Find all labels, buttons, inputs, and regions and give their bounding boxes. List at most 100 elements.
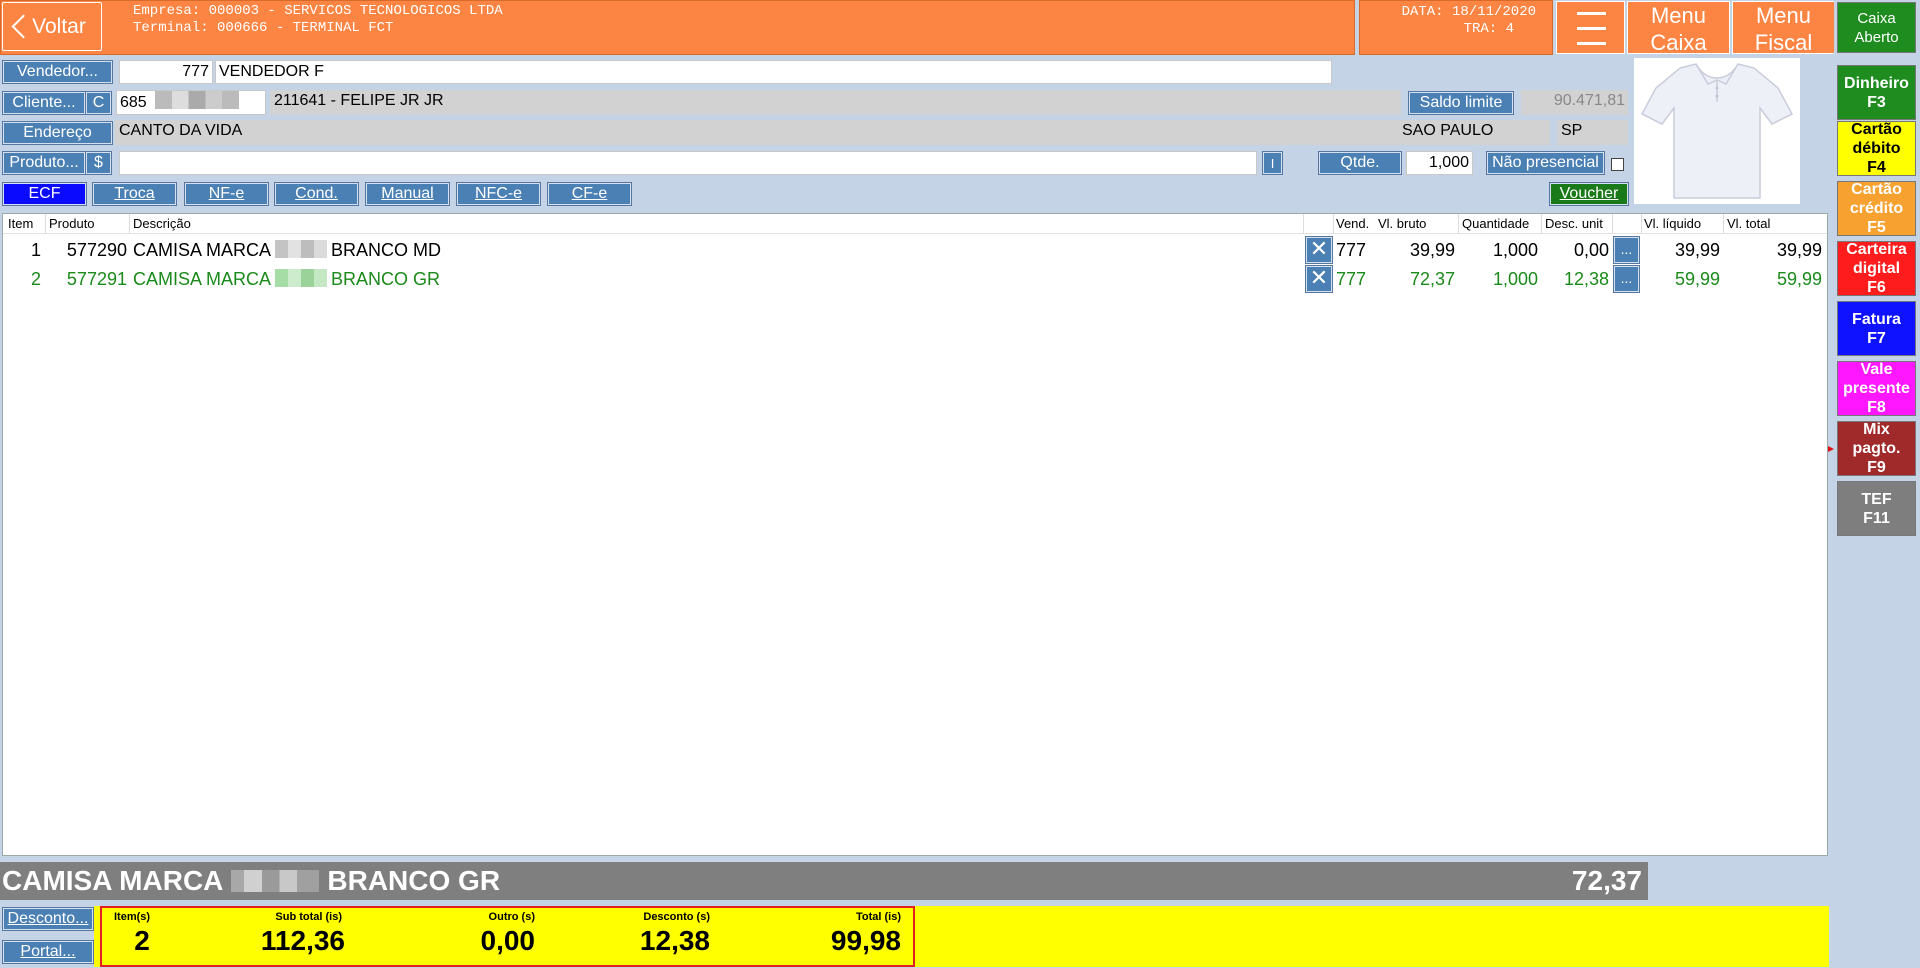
payment-label-line3: F8	[1867, 399, 1886, 416]
qtde-button[interactable]: Qtde.	[1318, 151, 1402, 175]
cell-desc-unit: 12,38	[1563, 269, 1609, 289]
cell-produto: 577290	[66, 240, 127, 260]
descricao-part-a: CAMISA MARCA	[133, 269, 272, 289]
payment-button[interactable]: Mix pagto. F9	[1837, 421, 1916, 476]
payment-button[interactable]: Fatura F7	[1837, 301, 1916, 356]
header-separator	[1723, 214, 1724, 234]
qtde-field[interactable]: 1,000	[1406, 151, 1473, 175]
redacted-image	[275, 269, 328, 287]
header-separator	[1303, 214, 1304, 234]
delete-item-button[interactable]: ✕	[1305, 236, 1333, 264]
header-separator	[1458, 214, 1459, 234]
payment-label-line3: F5	[1867, 219, 1886, 236]
vendedor-button[interactable]: Vendedor...	[2, 60, 113, 84]
tab-ecf[interactable]: ECF	[2, 182, 87, 206]
hamburger-menu-button[interactable]	[1556, 1, 1625, 54]
payment-button[interactable]: Cartão débito F4	[1837, 121, 1916, 176]
payment-button[interactable]: Cartão crédito F5	[1837, 181, 1916, 236]
payment-button[interactable]: Vale presente F8	[1837, 361, 1916, 416]
header-separator	[1333, 214, 1334, 234]
descricao-part-a: CAMISA MARCA	[133, 240, 272, 260]
cell-descricao: CAMISA MARCA BRANCO MD	[133, 240, 441, 261]
redacted-image	[275, 240, 328, 258]
saldo-limite-button[interactable]: Saldo limite	[1408, 91, 1514, 115]
cliente-c-button[interactable]: C	[85, 91, 112, 115]
item-details-button[interactable]: ...	[1613, 236, 1640, 264]
outro-value: 0,00	[480, 925, 536, 956]
nao-presencial-button[interactable]: Não presencial	[1486, 151, 1605, 175]
tab-nfc-e[interactable]: NFC-e	[456, 182, 541, 206]
hamburger-icon-line	[1577, 42, 1606, 45]
i-button[interactable]: I	[1262, 151, 1283, 175]
menu-fiscal-line1: Menu	[1755, 3, 1812, 28]
payment-label-line2: F3	[1867, 93, 1886, 111]
payment-label-line2: digital	[1852, 260, 1901, 277]
header-separator	[1641, 214, 1642, 234]
header-descricao: Descrição	[133, 216, 191, 231]
back-button[interactable]: Voltar	[2, 2, 102, 51]
product-image	[1634, 58, 1800, 204]
payment-label-line2: F11	[1863, 509, 1890, 527]
selected-desc-b: BRANCO GR	[327, 865, 501, 896]
shirt-image	[1640, 63, 1794, 199]
cliente-name-field: 211641 - FELIPE JR JR	[270, 90, 1401, 115]
produto-input[interactable]	[119, 151, 1257, 175]
payment-button[interactable]: Carteira digital F6	[1837, 241, 1916, 296]
payment-button-label: Mix pagto. F9	[1853, 420, 1901, 477]
desconto-button[interactable]: Desconto...	[2, 907, 94, 931]
menu-caixa-line1: Menu	[1650, 3, 1707, 28]
payment-label-line1: Fatura	[1852, 310, 1901, 328]
caixa-status-line2: Aberto	[1854, 28, 1899, 46]
cell-vl-bruto: 72,37	[1409, 269, 1455, 289]
payment-label-line2: F7	[1867, 329, 1886, 347]
payment-label-line2: pagto.	[1852, 440, 1901, 457]
cliente-button[interactable]: Cliente...	[2, 91, 86, 115]
menu-caixa-button[interactable]: Menu Caixa	[1627, 1, 1730, 55]
table-row[interactable]: 2 577291 CAMISA MARCA BRANCO GR ✕ 777 72,37 1,0…	[3, 265, 1827, 293]
hamburger-icon	[1577, 12, 1606, 15]
descricao-part-b: BRANCO GR	[331, 269, 441, 289]
selected-price: 72,37	[1571, 865, 1642, 896]
tab-cond[interactable]: Cond.	[274, 182, 359, 206]
vendedor-code-field[interactable]: 777	[119, 60, 213, 84]
nao-presencial-checkbox[interactable]	[1611, 158, 1624, 171]
produto-button[interactable]: Produto...	[2, 151, 86, 175]
terminal-text: Terminal: 000666 - TERMINAL FCT	[133, 20, 394, 36]
payment-button[interactable]: TEF F11	[1837, 481, 1916, 536]
saldo-limite-value: 90.471,81	[1521, 90, 1628, 115]
payment-button-label: Dinheiro F3	[1844, 74, 1909, 112]
portal-button[interactable]: Portal...	[2, 940, 94, 964]
cell-quantidade: 1,000	[1492, 240, 1538, 260]
uf-field: SP	[1557, 120, 1628, 145]
tab-cf-e[interactable]: CF-e	[547, 182, 632, 206]
cell-produto: 577291	[66, 269, 127, 289]
menu-fiscal-button[interactable]: Menu Fiscal	[1732, 1, 1835, 55]
back-label: Voltar	[32, 14, 86, 38]
table-row[interactable]: 1 577290 CAMISA MARCA BRANCO MD ✕ 777 39,99 1,0…	[3, 236, 1827, 264]
payment-label-line3: F4	[1867, 159, 1886, 176]
delete-item-button[interactable]: ✕	[1305, 265, 1333, 293]
close-icon: ✕	[1309, 236, 1329, 261]
tab-manual[interactable]: Manual	[365, 182, 450, 206]
payment-button[interactable]: Dinheiro F3	[1837, 65, 1916, 120]
dollar-button[interactable]: $	[85, 151, 112, 175]
cliente-code-field[interactable]: 685	[116, 90, 266, 115]
payment-button-label: Vale presente F8	[1843, 360, 1910, 417]
endereco-button[interactable]: Endereço	[2, 121, 113, 145]
table-header: Item Produto Descrição Vend. Vl. bruto Q…	[3, 214, 1827, 234]
voucher-button[interactable]: Voucher	[1549, 182, 1629, 206]
desconto-label: Desconto (s)	[643, 911, 710, 923]
payment-label-line1: TEF	[1861, 490, 1892, 508]
cell-vend: 777	[1336, 269, 1367, 289]
cell-vend: 777	[1336, 240, 1367, 260]
payment-button-label: Cartão crédito F5	[1850, 180, 1903, 237]
header-produto: Produto	[49, 216, 95, 231]
subtotal-value: 112,36	[260, 925, 345, 956]
header-vl-bruto: Vl. bruto	[1378, 216, 1427, 231]
tab-nf-e[interactable]: NF-e	[184, 182, 269, 206]
item-details-button[interactable]: ...	[1613, 265, 1640, 293]
header-vend: Vend.	[1336, 216, 1370, 231]
vendedor-name-field: VENDEDOR F	[215, 60, 1332, 84]
payment-label-line2: débito	[1852, 140, 1901, 157]
tab-troca[interactable]: Troca	[92, 182, 177, 206]
